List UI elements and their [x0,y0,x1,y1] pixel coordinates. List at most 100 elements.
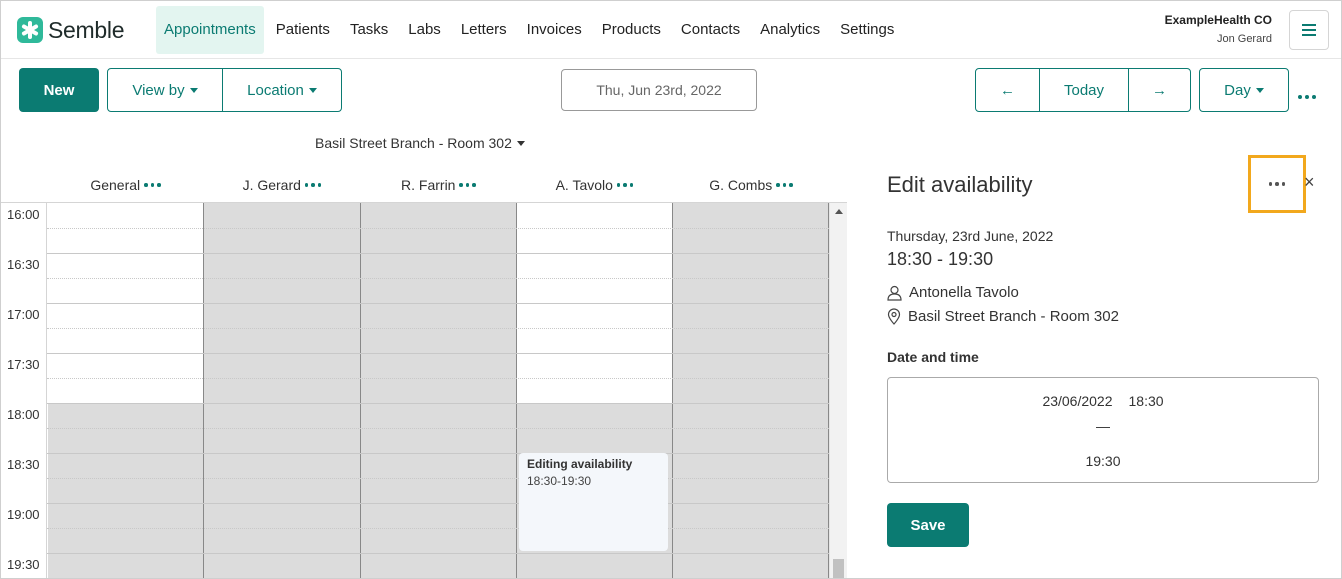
location-label: Location [247,81,304,99]
location-row: Basil Street Branch - Room 302 [887,308,1119,325]
nav-labs[interactable]: Labs [400,6,449,54]
nav-appointments[interactable]: Appointments [156,6,264,54]
room-label: Basil Street Branch - Room 302 [315,135,512,151]
date-nav-group: ← Today → [975,68,1191,112]
semble-logo[interactable]: Semble [17,16,124,44]
column-header-r-farrin: R. Farrin [361,177,516,193]
date-time-field[interactable]: 23/06/2022 18:30 — 19:30 [887,377,1319,483]
close-button[interactable]: × [1304,172,1315,193]
time-label: 18:30 [7,457,40,472]
availability-event[interactable]: Editing availability 18:30-19:30 [519,453,668,551]
unavailable-block [204,203,360,578]
time-label: 16:00 [7,207,40,222]
grid-line [47,253,829,254]
next-day-button[interactable]: → [1128,69,1190,111]
org-name: ExampleHealth CO [1164,13,1272,27]
event-time: 18:30-19:30 [527,474,592,488]
grid-line [47,453,829,454]
nav-letters[interactable]: Letters [453,6,515,54]
unavailable-block [673,203,828,578]
time-column: 16:00 16:30 17:00 17:30 18:00 18:30 19:0… [1,203,47,578]
save-button[interactable]: Save [887,503,969,547]
person-row: Antonella Tavolo [887,284,1019,301]
nav-contacts[interactable]: Contacts [673,6,748,54]
time-label: 16:30 [7,257,40,272]
grid-line [47,528,829,529]
column-options-icon[interactable] [144,183,161,187]
panel-more-button[interactable] [1248,155,1306,213]
hamburger-icon [1302,24,1316,26]
unavailable-block [361,203,516,578]
date-picker[interactable]: Thu, Jun 23rd, 2022 [561,69,757,111]
more-horizontal-icon [1298,95,1316,99]
end-time[interactable]: 19:30 [888,453,1318,469]
column-header-g-combs: G. Combs [673,177,829,193]
new-button[interactable]: New [19,68,99,112]
calendar-column-j-gerard[interactable] [204,203,361,578]
scroll-up-icon[interactable] [835,209,843,214]
time-label: 19:00 [7,507,40,522]
view-mode-label: Day [1224,81,1251,99]
date-time-label: Date and time [887,349,979,365]
semble-logo-icon [17,17,43,43]
app-name: Semble [48,16,125,43]
availability-date: Thursday, 23rd June, 2022 [887,228,1054,244]
account-info[interactable]: ExampleHealth CO Jon Gerard [1165,13,1272,45]
grid-line [47,553,829,554]
event-title: Editing availability [527,457,633,471]
column-name: General [90,177,141,193]
column-options-icon[interactable] [459,183,476,187]
start-time[interactable]: 18:30 [1129,393,1164,409]
column-name: G. Combs [709,177,773,193]
calendar-column-general[interactable] [48,203,204,578]
prev-day-button[interactable]: ← [976,69,1039,111]
grid-line [47,503,829,504]
calendar-column-r-farrin[interactable] [361,203,517,578]
grid-line [47,478,829,479]
time-label: 18:00 [7,407,40,422]
start-datetime: 23/06/2022 18:30 [888,393,1318,409]
view-by-dropdown[interactable]: View by [108,69,222,111]
nav-patients[interactable]: Patients [268,6,338,54]
caret-down-icon [189,87,198,93]
grid-line [47,403,829,404]
nav-tasks[interactable]: Tasks [342,6,396,54]
nav-analytics[interactable]: Analytics [752,6,828,54]
app-window: Semble Appointments Patients Tasks Labs … [0,0,1342,579]
location-name: Basil Street Branch - Room 302 [908,308,1119,325]
person-name: Antonella Tavolo [909,284,1019,301]
room-selector[interactable]: Basil Street Branch - Room 302 [315,135,525,151]
column-options-icon[interactable] [776,183,793,187]
view-mode-dropdown[interactable]: Day [1199,68,1289,112]
time-label: 17:30 [7,357,40,372]
caret-down-icon [308,87,317,93]
grid-line [47,278,829,279]
column-options-icon[interactable] [304,183,322,187]
toolbar-more-button[interactable] [1298,86,1316,104]
nav-settings[interactable]: Settings [832,6,902,54]
top-nav: Semble Appointments Patients Tasks Labs … [1,1,1341,59]
view-filter-group: View by Location [107,68,342,112]
nav-invoices[interactable]: Invoices [519,6,590,54]
edit-availability-panel: Edit availability × Thursday, 23rd June,… [848,122,1341,578]
scroll-thumb[interactable] [833,559,844,578]
range-separator: — [1096,418,1110,434]
time-label: 17:00 [7,307,40,322]
calendar-scrollbar[interactable] [829,203,847,578]
start-date[interactable]: 23/06/2022 [1042,393,1112,409]
location-pin-icon [887,308,901,325]
panel-title: Edit availability [887,172,1033,197]
nav-products[interactable]: Products [594,6,669,54]
menu-button[interactable] [1289,10,1329,50]
column-options-icon[interactable] [616,183,634,187]
grid-line [47,228,829,229]
grid-line [47,353,829,354]
person-icon [887,285,902,301]
calendar-column-g-combs[interactable] [673,203,829,578]
availability-time-range: 18:30 - 19:30 [887,249,994,269]
column-name: R. Farrin [401,177,456,193]
grid-line [47,378,829,379]
today-button[interactable]: Today [1039,69,1128,111]
location-dropdown[interactable]: Location [222,69,341,111]
main-nav: Appointments Patients Tasks Labs Letters… [156,6,906,54]
